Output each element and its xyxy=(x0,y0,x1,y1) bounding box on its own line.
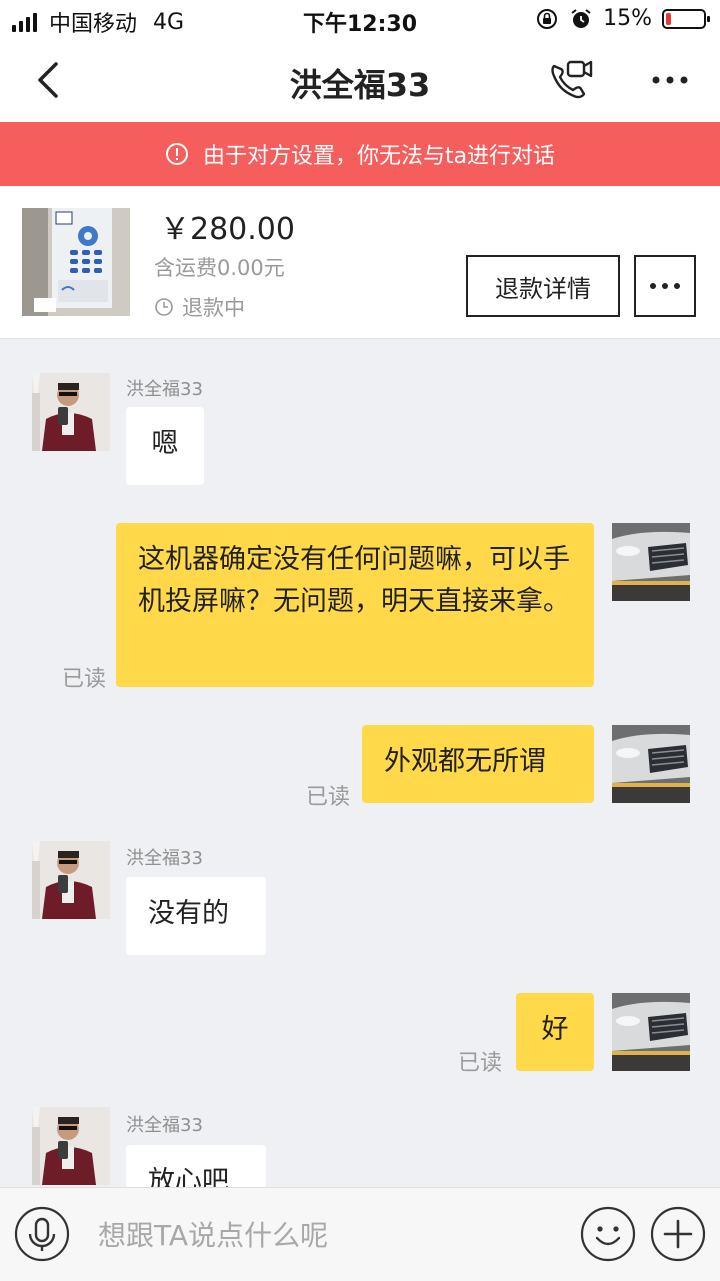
read-status: 已读 xyxy=(62,667,107,692)
product-image xyxy=(22,208,130,316)
info-icon xyxy=(165,143,188,165)
input-bar xyxy=(0,1187,720,1281)
my-avatar-image xyxy=(612,725,690,803)
contact-avatar-image xyxy=(32,373,110,451)
status-right: 15% xyxy=(535,6,710,31)
status-bar: 中国移动 4G 下午12:30 15% xyxy=(0,0,720,40)
contact-avatar-image xyxy=(32,841,110,919)
message-bubble[interactable]: 外观都无所谓 xyxy=(362,725,594,803)
battery-percent: 15% xyxy=(603,6,652,31)
my-avatar-image xyxy=(612,993,690,1071)
avatar[interactable] xyxy=(32,1107,110,1185)
chat-area[interactable]: 洪全福33 嗯 已读 这机器确定没有任何问题嘛，可以手机投屏嘛？无问题，明天直接… xyxy=(0,339,720,1187)
read-status: 已读 xyxy=(306,785,351,810)
refund-status-text: 退款中 xyxy=(182,296,245,320)
emoji-icon[interactable] xyxy=(580,1206,636,1262)
nav-bar: 洪全福33 xyxy=(0,40,720,122)
clock-icon xyxy=(155,298,173,316)
sender-name: 洪全福33 xyxy=(126,379,203,400)
warning-banner: 由于对方设置，你无法与ta进行对话 xyxy=(0,122,720,186)
video-call-icon[interactable] xyxy=(546,56,594,104)
banner-text: 由于对方设置，你无法与ta进行对话 xyxy=(202,144,556,169)
my-avatar-image xyxy=(612,523,690,601)
rotation-lock-icon xyxy=(537,8,558,29)
message-input[interactable] xyxy=(96,1210,560,1260)
battery-icon xyxy=(662,8,710,29)
product-card[interactable]: ￥280.00 含运费0.00元 退款中 退款详情 xyxy=(0,186,720,339)
message-bubble[interactable]: 嗯 xyxy=(126,407,204,485)
avatar[interactable] xyxy=(612,993,690,1071)
message-bubble[interactable]: 没有的 xyxy=(126,877,266,955)
read-status: 已读 xyxy=(458,1051,503,1076)
product-price: ￥280.00 xyxy=(160,212,295,247)
refund-status: 退款中 xyxy=(154,292,245,322)
alarm-icon xyxy=(571,8,591,28)
sender-name: 洪全福33 xyxy=(126,848,203,869)
more-icon[interactable] xyxy=(648,62,692,98)
microphone-icon[interactable] xyxy=(14,1206,70,1262)
sender-name: 洪全福33 xyxy=(126,1115,203,1136)
page-title: 洪全福33 xyxy=(289,66,431,104)
refund-details-button[interactable]: 退款详情 xyxy=(466,255,620,317)
message-bubble[interactable]: 这机器确定没有任何问题嘛，可以手机投屏嘛？无问题，明天直接来拿。 xyxy=(116,523,594,687)
plus-icon[interactable] xyxy=(650,1206,706,1262)
product-thumbnail[interactable] xyxy=(22,208,130,316)
avatar[interactable] xyxy=(612,725,690,803)
avatar[interactable] xyxy=(612,523,690,601)
message-bubble[interactable]: 好 xyxy=(516,993,594,1071)
product-more-button[interactable] xyxy=(634,255,696,317)
shipping-fee: 含运费0.00元 xyxy=(154,256,285,280)
more-icon xyxy=(650,283,680,289)
message-bubble[interactable]: 放心吧 xyxy=(126,1145,266,1187)
avatar[interactable] xyxy=(32,373,110,451)
avatar[interactable] xyxy=(32,841,110,919)
contact-avatar-image xyxy=(32,1107,110,1185)
battery-fill xyxy=(666,12,671,25)
